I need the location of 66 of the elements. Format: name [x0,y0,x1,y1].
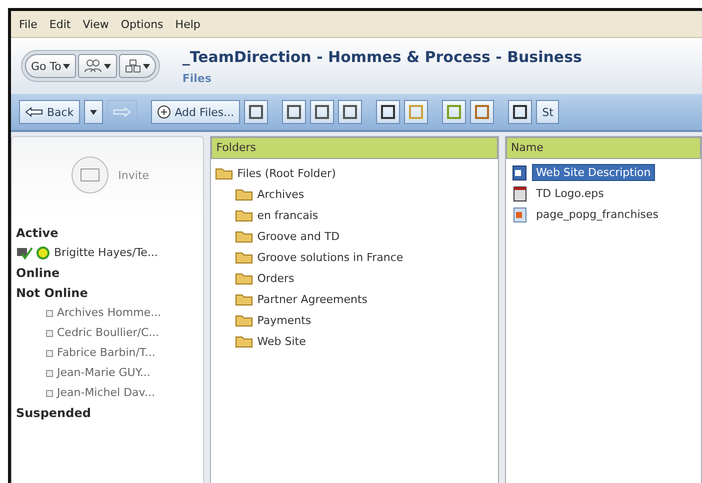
menu-item[interactable]: File [19,18,38,30]
workspace-title: _TeamDirection - Hommes & Process - Business [182,48,582,66]
people-icon [84,59,102,73]
menu-item[interactable]: Help [175,18,200,30]
boxes-icon [125,59,142,73]
offline-status-icon [46,330,53,336]
member-name[interactable]: Jean-Marie GUY... [57,363,150,383]
caret-icon [143,64,150,68]
folder-icon [235,209,254,222]
folder-name[interactable]: Payments [257,314,312,327]
folder-icon [235,272,254,285]
document-icon [512,164,528,180]
name-column-header[interactable]: Name [506,137,701,159]
member-name[interactable]: Archives Homme... [57,303,162,323]
folder-icon [235,314,254,327]
menu-item[interactable]: Options [120,18,164,30]
file-name[interactable]: Web Site Description [532,164,655,181]
folder-name[interactable]: en francais [257,209,318,222]
folder-icon [235,293,254,306]
member-name[interactable]: Jean-Michel Dav... [57,383,155,403]
toolbar-button[interactable]: St [536,100,560,124]
folder-name[interactable]: Files (Root Folder) [237,167,336,180]
add-files-button[interactable]: Add Files... [150,100,240,124]
back-arrow-icon [25,107,43,117]
forward-arrow-icon [112,107,131,117]
invite-icon[interactable] [70,155,110,195]
caret-icon [90,110,97,114]
folder-name[interactable]: Groove solutions in France [257,251,404,264]
member-group-heading: Online [16,265,61,282]
offline-status-icon [46,310,53,316]
folder-name[interactable]: Web Site [257,335,306,348]
member-name[interactable]: Fabrice Barbin/T... [57,343,156,363]
caret-icon [104,64,112,68]
member-group-heading: Not Online [16,285,89,302]
file-name[interactable]: TD Logo.eps [532,185,608,202]
go-to-button[interactable]: Go To [25,54,76,78]
member-name[interactable]: Cedric Boullier/C... [57,323,160,343]
file-name[interactable]: page_popg_franchises [532,206,663,223]
member-status-icon [16,246,50,260]
folder-name[interactable]: Partner Agreements [257,293,368,306]
folder-icon [235,230,254,243]
offline-status-icon [46,390,53,396]
image-file-icon [512,206,528,222]
add-icon [156,105,171,119]
folder-name[interactable]: Archives [257,188,304,201]
folder-icon [235,188,254,201]
folder-icon [235,335,254,348]
menu-item[interactable]: View [82,18,109,30]
workspace-button[interactable] [119,54,156,78]
member-group-heading: Active [16,225,60,242]
menu-item[interactable]: Edit [49,18,71,30]
folder-name[interactable]: Groove and TD [257,230,340,243]
tool-name: Files [182,72,212,84]
back-dropdown-button[interactable] [84,100,103,124]
offline-status-icon [46,370,53,376]
back-button[interactable]: Back [19,100,80,124]
folder-name[interactable]: Orders [257,272,294,285]
member-group-heading: Suspended [16,405,92,422]
offline-status-icon [46,350,53,356]
folders-column-header[interactable]: Folders [211,137,498,159]
member-name[interactable]: Brigitte Hayes/Te... [54,243,158,263]
file-icon [512,186,528,202]
folder-icon [215,167,234,180]
folder-icon [235,251,254,264]
caret-icon [63,64,70,68]
people-button[interactable] [78,54,118,78]
